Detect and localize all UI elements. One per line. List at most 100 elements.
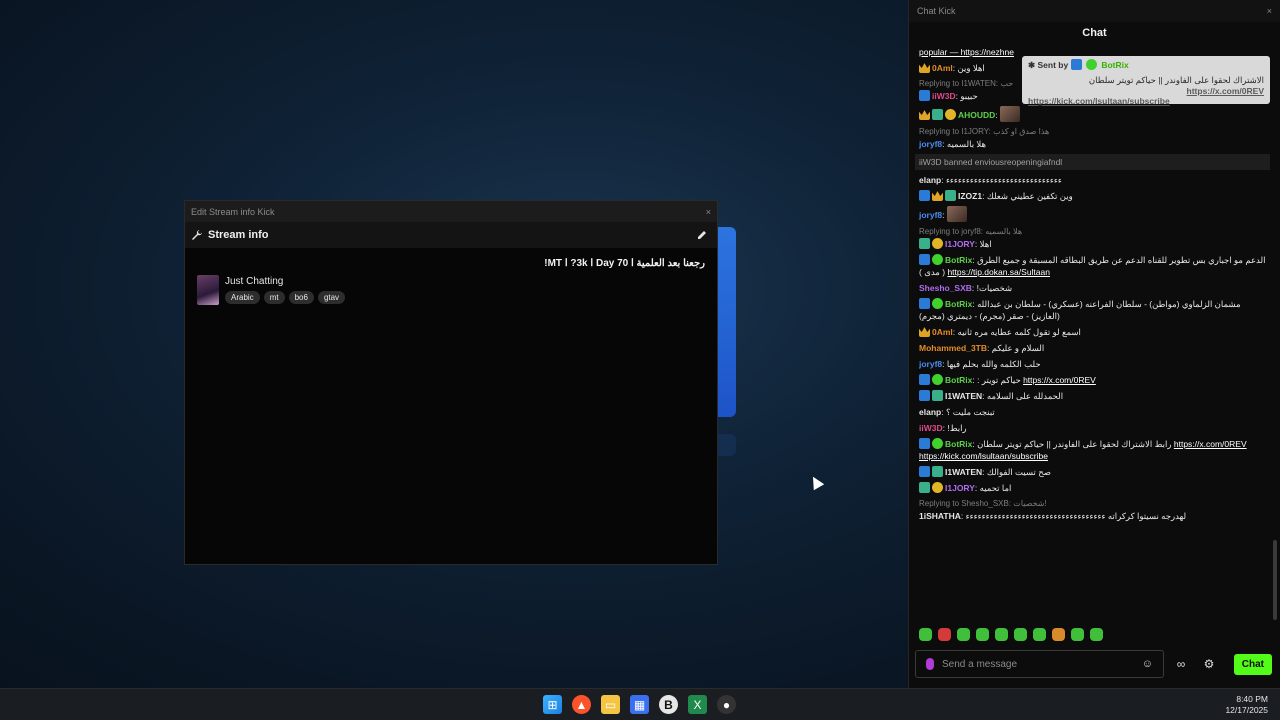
chat-username[interactable]: BotRix bbox=[945, 255, 972, 265]
chat-message[interactable]: Shesho_SXB: شخصيات! bbox=[915, 280, 1270, 296]
gear-icon[interactable]: ⚙ bbox=[1198, 657, 1220, 671]
verified-badge-icon bbox=[932, 374, 943, 385]
moderator-badge-icon bbox=[919, 374, 930, 385]
emote-icon[interactable] bbox=[976, 628, 989, 641]
chat-message-text: تبنجت مليت ؟ bbox=[945, 407, 995, 417]
microsoft-store-icon[interactable]: ▦ bbox=[630, 695, 649, 714]
chat-input-placeholder: Send a message bbox=[942, 658, 1018, 670]
close-icon[interactable]: × bbox=[706, 207, 711, 217]
bold-app-icon[interactable]: B bbox=[659, 695, 678, 714]
emote-icon[interactable] bbox=[919, 628, 932, 641]
excel-icon[interactable]: X bbox=[688, 695, 707, 714]
chat-message[interactable]: 0Aml: اسمع لو تقول كلمه عطايه مره ثانيه bbox=[915, 324, 1270, 340]
chat-link[interactable]: https://x.com/0REV bbox=[1174, 439, 1247, 449]
chat-send-button[interactable]: Chat bbox=[1233, 653, 1272, 675]
chat-message[interactable]: I1JORY: اهلا bbox=[915, 236, 1270, 252]
chat-message-text: اهلا وين bbox=[957, 63, 985, 73]
chat-username[interactable]: BotRix bbox=[945, 375, 972, 385]
chat-username[interactable]: 1iSHATHA bbox=[919, 511, 961, 521]
chat-link[interactable]: https://x.com/0REV bbox=[1023, 375, 1096, 385]
emote-icon[interactable] bbox=[1071, 628, 1084, 641]
stream-info-body: رجعنا بعد العلمية ا Day 70 ا 3k? ا MT! J… bbox=[185, 248, 717, 315]
chat-message-list[interactable]: popular — https://nezhne 0Aml: اهلا وين R… bbox=[915, 44, 1270, 618]
chat-username[interactable]: joryf8 bbox=[919, 210, 942, 220]
chat-message[interactable]: BotRix: مشمان الزلماوي (مواطن) - سلطان ا… bbox=[915, 296, 1270, 324]
crown-badge-icon bbox=[919, 110, 930, 120]
tooltip-text: الاشتراك لحقوا على الفاوندر || حياكم توي… bbox=[1088, 75, 1264, 85]
chat-username[interactable]: 0Aml bbox=[932, 63, 953, 73]
chat-username[interactable]: elanp bbox=[919, 175, 941, 185]
chat-username[interactable]: IZOZ1 bbox=[958, 191, 982, 201]
crown-badge-icon bbox=[919, 327, 930, 337]
chat-username[interactable]: joryf8 bbox=[919, 139, 942, 149]
chat-message-text: شخصيات! bbox=[976, 283, 1013, 293]
infinity-icon[interactable]: ∞ bbox=[1170, 657, 1192, 671]
chat-username[interactable]: AHOUDD bbox=[958, 110, 995, 120]
chat-window-titlebar[interactable]: Chat Kick × bbox=[909, 0, 1280, 22]
chat-message[interactable]: BotRix: الدعم مو اجباري بس تطوير للقناه … bbox=[915, 252, 1270, 280]
chat-username[interactable]: joryf8 bbox=[919, 359, 942, 369]
moderator-badge-icon bbox=[919, 390, 930, 401]
windows-start-icon[interactable]: ⊞ bbox=[543, 695, 562, 714]
system-clock[interactable]: 8:40 PM 12/17/2025 bbox=[1225, 694, 1268, 716]
emote-icon[interactable] bbox=[1033, 628, 1046, 641]
stream-info-title: Stream info bbox=[208, 229, 269, 241]
chat-message[interactable]: AHOUDD: bbox=[915, 104, 1270, 124]
chat-message[interactable]: 1iSHATHA: لهدرجه نسيتوا كركراته ءءءءءءءء… bbox=[915, 508, 1270, 524]
chat-username[interactable]: Shesho_SXB bbox=[919, 283, 972, 293]
chat-username[interactable]: I1JORY bbox=[945, 239, 975, 249]
chat-message[interactable]: joryf8: حلب الكلمه والله بحلم فيها bbox=[915, 356, 1270, 372]
edit-pencil-icon[interactable] bbox=[697, 230, 707, 240]
tooltip-link[interactable]: https://x.com/0REV bbox=[1187, 86, 1264, 96]
chat-username[interactable]: Mohammed_3TB bbox=[919, 343, 987, 353]
chat-link[interactable]: https://tip.dokan.sa/Sultaan bbox=[947, 267, 1050, 277]
chat-message[interactable]: BotRix: رابط الاشتراك لحقوا على الفاوندر… bbox=[915, 436, 1270, 464]
microphone-icon[interactable] bbox=[926, 658, 934, 670]
chat-message[interactable]: IZOZ1: وين تكفين عطيني شعلك bbox=[915, 188, 1270, 204]
chat-username[interactable]: BotRix bbox=[945, 439, 972, 449]
close-icon[interactable]: × bbox=[1267, 6, 1272, 16]
verified-badge-icon bbox=[932, 254, 943, 265]
chat-link[interactable]: https://kick.com/lsultaan/subscribe bbox=[919, 451, 1048, 461]
recorder-icon[interactable]: ● bbox=[717, 695, 736, 714]
chat-message[interactable]: I1WATEN: الحمدلله على السلامه bbox=[915, 388, 1270, 404]
chat-message[interactable]: elanp: ءءءءءءءءءءءءءءءءءءءءءءءءءءءءء bbox=[915, 172, 1270, 188]
chat-username[interactable]: iiW3D bbox=[932, 91, 956, 101]
chat-username[interactable]: elanp bbox=[919, 407, 941, 417]
chat-message[interactable]: I1WATEN: صح تسيت الفوالك bbox=[915, 464, 1270, 480]
chat-message[interactable]: joryf8: bbox=[915, 204, 1270, 224]
chat-message[interactable]: BotRix: حياكم تويتر : https://x.com/0REV bbox=[915, 372, 1270, 388]
chat-message[interactable]: I1JORY: اما تحميه bbox=[915, 480, 1270, 496]
chat-message-text: السلام و عليكم bbox=[991, 343, 1045, 353]
chat-message[interactable]: iiW3D: رابط! bbox=[915, 420, 1270, 436]
emote-icon[interactable] bbox=[1014, 628, 1027, 641]
file-explorer-icon[interactable]: ▭ bbox=[601, 695, 620, 714]
chat-message[interactable]: elanp: تبنجت مليت ؟ bbox=[915, 404, 1270, 420]
chat-username[interactable]: I1WATEN bbox=[945, 467, 982, 477]
chat-scrollbar[interactable] bbox=[1273, 540, 1277, 620]
chat-message[interactable]: Mohammed_3TB: السلام و عليكم bbox=[915, 340, 1270, 356]
chat-username[interactable]: I1JORY bbox=[945, 483, 975, 493]
chat-username[interactable]: BotRix bbox=[945, 299, 972, 309]
emote-icon[interactable] bbox=[995, 628, 1008, 641]
emoji-picker-icon[interactable]: ☺ bbox=[1142, 658, 1153, 670]
emote-icon[interactable] bbox=[1052, 628, 1065, 641]
category-thumbnail bbox=[197, 275, 219, 305]
brave-browser-icon[interactable]: ▲ bbox=[572, 695, 591, 714]
tag-pill: mt bbox=[263, 291, 285, 304]
emote-icon[interactable] bbox=[957, 628, 970, 641]
stream-window-titlebar[interactable]: Edit Stream info Kick × bbox=[185, 201, 717, 222]
chat-message-text: حلب الكلمه والله بحلم فيها bbox=[946, 359, 1041, 369]
reply-context: Replying to Shesho_SXB: شخصيات! bbox=[919, 499, 1047, 508]
chat-username[interactable]: iiW3D bbox=[919, 423, 943, 433]
emote-icon[interactable] bbox=[938, 628, 951, 641]
tooltip-sent-by: Sent by bbox=[1037, 60, 1069, 70]
tooltip-link[interactable]: https://kick.com/lsultaan/subscribe bbox=[1028, 96, 1170, 106]
edit-stream-info-window: Edit Stream info Kick × Stream info رجعن… bbox=[184, 200, 718, 565]
chat-message-text: وين تكفين عطيني شعلك bbox=[986, 191, 1073, 201]
chat-username[interactable]: I1WATEN bbox=[945, 391, 982, 401]
chat-message[interactable]: joryf8: هلا بالسميه bbox=[915, 136, 1270, 152]
chat-message-input[interactable]: Send a message ☺ bbox=[915, 650, 1164, 678]
chat-username[interactable]: 0Aml bbox=[932, 327, 953, 337]
emote-icon[interactable] bbox=[1090, 628, 1103, 641]
